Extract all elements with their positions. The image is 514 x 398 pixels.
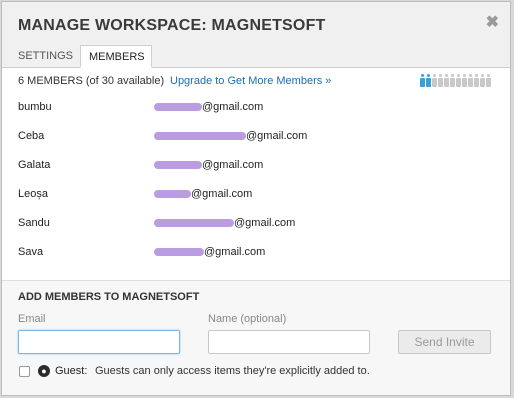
tab-members[interactable]: MEMBERS — [80, 45, 152, 68]
member-email: @gmail.com — [154, 217, 295, 229]
tab-bar: SETTINGS MEMBERS — [2, 45, 510, 68]
seat-person-icon — [480, 74, 485, 88]
member-email: @gmail.com — [154, 101, 263, 113]
seat-person-icon — [450, 74, 455, 88]
name-label: Name (optional) — [208, 313, 287, 325]
redacted-email-prefix — [154, 161, 202, 170]
seat-person-icon — [432, 74, 437, 88]
member-count: 6 MEMBERS (of 30 available) — [18, 75, 165, 87]
guest-checkbox[interactable] — [19, 366, 30, 377]
add-members-panel: ADD MEMBERS TO MAGNETSOFT Email Name (op… — [2, 281, 510, 395]
member-email: @gmail.com — [154, 188, 252, 200]
seat-person-icon — [474, 74, 479, 88]
seat-person-icon — [438, 74, 443, 88]
seat-person-icon — [426, 74, 431, 88]
add-members-title: ADD MEMBERS TO MAGNETSOFT — [18, 291, 200, 303]
member-name: Ceba — [18, 130, 45, 142]
seat-person-icon — [456, 74, 461, 88]
upgrade-link[interactable]: Upgrade to Get More Members » — [170, 75, 331, 87]
globe-icon: ● — [38, 365, 50, 377]
dialog-title: MANAGE WORKSPACE: MAGNETSOFT — [18, 17, 326, 34]
seat-person-icon — [486, 74, 491, 88]
redacted-email-prefix — [154, 219, 234, 228]
manage-workspace-dialog: MANAGE WORKSPACE: MAGNETSOFT ✖ SETTINGS … — [1, 1, 511, 396]
guest-label: Guest: — [55, 365, 88, 377]
send-invite-button[interactable]: Send Invite — [398, 330, 491, 354]
dialog-titlebar: MANAGE WORKSPACE: MAGNETSOFT ✖ — [2, 2, 510, 45]
email-label: Email — [18, 313, 46, 325]
redacted-email-prefix — [154, 248, 204, 257]
seat-person-icon — [420, 74, 425, 88]
member-name: bumbu — [18, 101, 52, 113]
redacted-email-prefix — [154, 132, 246, 141]
name-field[interactable] — [208, 330, 370, 354]
redacted-email-prefix — [154, 103, 202, 112]
tab-settings[interactable]: SETTINGS — [10, 45, 78, 67]
guest-description: Guests can only access items they're exp… — [95, 365, 370, 377]
email-field[interactable] — [18, 330, 180, 354]
seat-person-icon — [468, 74, 473, 88]
redacted-email-prefix — [154, 190, 191, 199]
seat-person-icon — [462, 74, 467, 88]
close-icon[interactable]: ✖ — [486, 12, 499, 32]
member-email: @gmail.com — [154, 159, 263, 171]
member-email: @gmail.com — [154, 246, 265, 258]
member-name: Galata — [18, 159, 51, 171]
member-name: Sandu — [18, 217, 50, 229]
member-email: @gmail.com — [154, 130, 307, 142]
member-name: Sava — [18, 246, 44, 258]
member-name: Leoșa — [18, 188, 48, 200]
seat-person-icon — [444, 74, 449, 88]
